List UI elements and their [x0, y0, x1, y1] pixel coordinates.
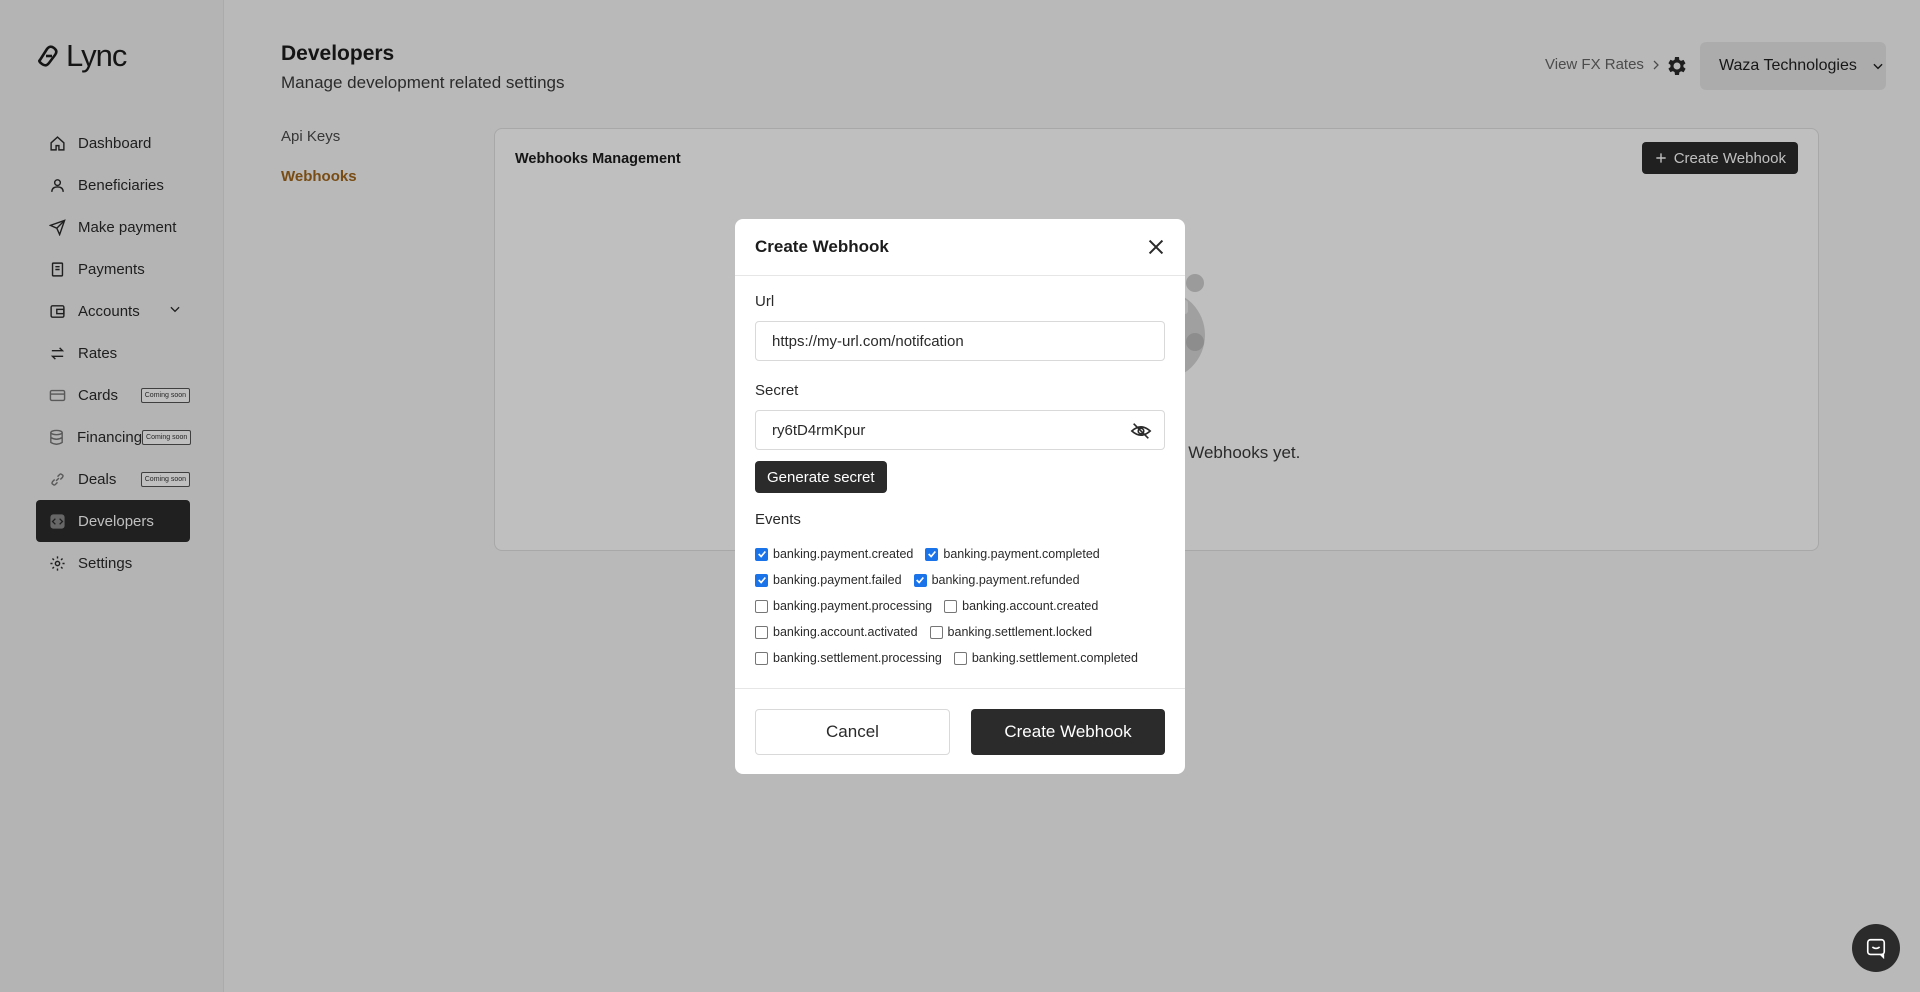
url-input[interactable]: https://my-url.com/notifcation	[755, 321, 1165, 361]
checkbox-unchecked-icon[interactable]	[755, 651, 768, 665]
eye-off-icon[interactable]	[1130, 420, 1152, 442]
secret-value: ry6tD4rmKpur	[772, 421, 866, 439]
event-label: banking.account.created	[962, 599, 1099, 613]
event-checkbox-settlement-locked[interactable]: banking.settlement.locked	[929, 625, 1093, 639]
event-checkbox-payment-completed[interactable]: banking.payment.completed	[925, 547, 1100, 561]
event-label: banking.payment.failed	[773, 573, 902, 587]
event-label: banking.payment.created	[773, 547, 914, 561]
event-label: banking.account.activated	[773, 625, 918, 639]
event-checkbox-payment-failed[interactable]: banking.payment.failed	[755, 573, 902, 587]
create-webhook-modal: Create Webhook Url https://my-url.com/no…	[735, 219, 1185, 774]
event-label: banking.settlement.completed	[971, 651, 1138, 665]
event-checkbox-account-created[interactable]: banking.account.created	[944, 599, 1098, 613]
cancel-button[interactable]: Cancel	[755, 709, 950, 755]
event-label: banking.settlement.processing	[773, 651, 942, 665]
event-checkbox-settlement-processing[interactable]: banking.settlement.processing	[755, 651, 942, 665]
event-label: banking.payment.completed	[943, 547, 1100, 561]
url-value: https://my-url.com/notifcation	[772, 332, 964, 350]
checkbox-unchecked-icon[interactable]	[944, 599, 958, 613]
events-list: banking.payment.created banking.payment.…	[755, 541, 1175, 671]
submit-create-webhook-button[interactable]: Create Webhook	[971, 709, 1165, 755]
chat-launcher-button[interactable]	[1852, 924, 1900, 972]
secret-input[interactable]: ry6tD4rmKpur	[755, 410, 1165, 450]
event-label: banking.payment.processing	[773, 599, 933, 613]
checkbox-checked-icon[interactable]	[755, 573, 768, 587]
url-label: Url	[755, 293, 775, 310]
event-checkbox-settlement-completed[interactable]: banking.settlement.completed	[953, 651, 1138, 665]
event-checkbox-payment-created[interactable]: banking.payment.created	[755, 547, 913, 561]
secret-label: Secret	[755, 382, 799, 399]
event-label: banking.payment.refunded	[931, 573, 1080, 587]
close-icon[interactable]	[1145, 236, 1167, 258]
generate-secret-button[interactable]: Generate secret	[755, 461, 887, 493]
event-label: banking.settlement.locked	[947, 625, 1093, 639]
modal-title: Create Webhook	[755, 237, 889, 256]
checkbox-checked-icon[interactable]	[755, 547, 768, 561]
chat-icon	[1866, 938, 1886, 959]
event-checkbox-payment-refunded[interactable]: banking.payment.refunded	[913, 573, 1080, 587]
modal-footer: Cancel Create Webhook	[735, 688, 1185, 774]
checkbox-checked-icon[interactable]	[913, 573, 927, 587]
checkbox-unchecked-icon[interactable]	[953, 651, 967, 665]
events-label: Events	[755, 511, 801, 528]
modal-header: Create Webhook	[735, 219, 1185, 276]
checkbox-unchecked-icon[interactable]	[929, 625, 943, 639]
checkbox-unchecked-icon[interactable]	[755, 625, 768, 639]
checkbox-checked-icon[interactable]	[925, 547, 939, 561]
event-checkbox-payment-processing[interactable]: banking.payment.processing	[755, 599, 932, 613]
event-checkbox-account-activated[interactable]: banking.account.activated	[755, 625, 918, 639]
checkbox-unchecked-icon[interactable]	[755, 599, 768, 613]
